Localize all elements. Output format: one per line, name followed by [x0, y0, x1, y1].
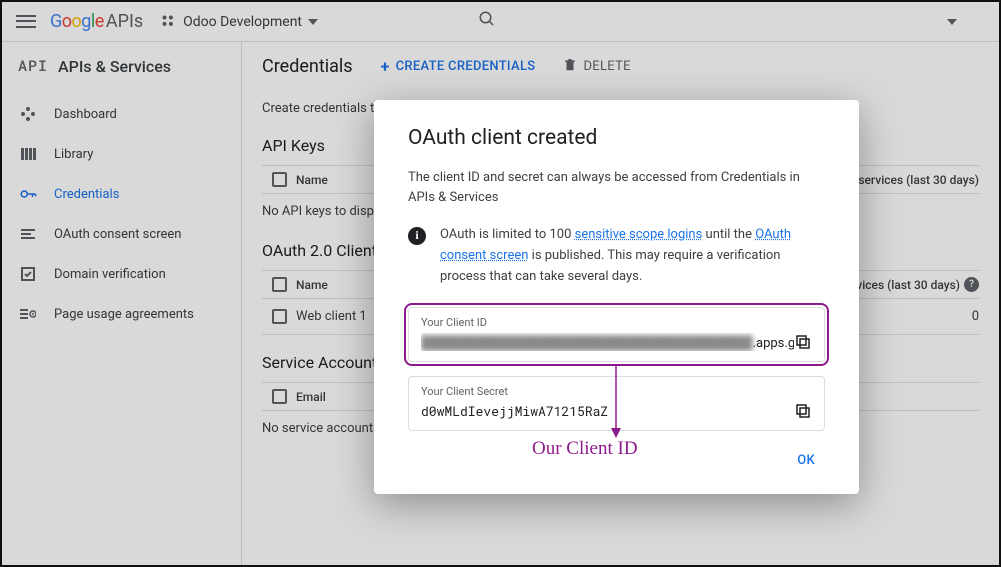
- api-mono-label: API: [18, 56, 48, 76]
- dialog-notice: i OAuth is limited to 100 sensitive scop…: [408, 225, 825, 287]
- sidebar-item-dashboard[interactable]: Dashboard: [2, 94, 241, 134]
- client-secret-value[interactable]: d0wMLdIevejjMiwA71215RaZ: [421, 402, 794, 420]
- copy-client-secret-icon[interactable]: [794, 402, 812, 420]
- consent-icon: [18, 224, 38, 244]
- sidebar-item-label: Dashboard: [54, 107, 117, 122]
- checkbox[interactable]: [272, 172, 287, 187]
- sidebar-header: API APIs & Services: [2, 56, 241, 94]
- hamburger-menu-icon[interactable]: [14, 10, 38, 34]
- sidebar: API APIs & Services Dashboard Library Cr…: [2, 42, 242, 565]
- sidebar-item-label: Page usage agreements: [54, 307, 194, 322]
- verify-icon: [18, 264, 38, 284]
- project-picker[interactable]: Odoo Development: [161, 14, 318, 30]
- create-label: CREATE CREDENTIALS: [396, 59, 536, 74]
- sidebar-item-label: Credentials: [54, 187, 119, 202]
- checkbox[interactable]: [272, 277, 287, 292]
- sidebar-item-label: Library: [54, 147, 93, 162]
- sidebar-item-library[interactable]: Library: [2, 134, 241, 174]
- info-icon: i: [408, 227, 426, 245]
- sidebar-item-page-usage[interactable]: Page usage agreements: [2, 294, 241, 334]
- checkbox[interactable]: [272, 309, 287, 324]
- sidebar-item-oauth-consent[interactable]: OAuth consent screen: [2, 214, 241, 254]
- sidebar-title: APIs & Services: [58, 57, 171, 76]
- delete-label: DELETE: [583, 59, 630, 74]
- checkbox[interactable]: [272, 389, 287, 404]
- search-icon[interactable]: [478, 10, 496, 33]
- sidebar-item-domain-verification[interactable]: Domain verification: [2, 254, 241, 294]
- client-id-field: Your Client ID █████████████████████████…: [408, 307, 825, 362]
- annotation-text: Our Client ID: [532, 438, 638, 460]
- delete-button[interactable]: DELETE: [563, 58, 630, 76]
- row-name: Web client 1: [296, 309, 367, 324]
- ok-button[interactable]: OK: [787, 445, 825, 476]
- key-icon: [18, 184, 38, 204]
- dialog-title: OAuth client created: [408, 126, 825, 150]
- annotation-arrow: [610, 366, 630, 448]
- client-id-label: Your Client ID: [421, 316, 812, 329]
- google-logo: Google: [50, 11, 104, 32]
- library-icon: [18, 144, 38, 164]
- sidebar-item-label: Domain verification: [54, 267, 166, 282]
- trash-icon: [563, 58, 577, 76]
- create-credentials-button[interactable]: + CREATE CREDENTIALS: [381, 57, 536, 76]
- dashboard-icon: [18, 104, 38, 124]
- project-dots-icon: [161, 14, 177, 30]
- page-title: Credentials: [262, 56, 353, 77]
- caret-down-icon: [308, 19, 318, 25]
- copy-client-id-icon[interactable]: [794, 333, 812, 351]
- top-bar: Google APIs Odoo Development: [2, 2, 999, 42]
- sidebar-item-credentials[interactable]: Credentials: [2, 174, 241, 214]
- row-usage: 0: [972, 309, 979, 324]
- overflow-caret-icon[interactable]: [947, 19, 957, 25]
- help-icon[interactable]: ?: [964, 277, 979, 292]
- sensitive-scope-link[interactable]: sensitive scope logins: [575, 227, 703, 242]
- plus-icon: +: [381, 57, 390, 76]
- project-name: Odoo Development: [183, 14, 302, 30]
- dialog-lead: The client ID and secret can always be a…: [408, 168, 825, 207]
- logo-suffix: APIs: [106, 11, 143, 32]
- agreements-icon: [18, 304, 38, 324]
- client-id-value[interactable]: ████████████████████████████████████.app…: [421, 333, 794, 351]
- sidebar-item-label: OAuth consent screen: [54, 227, 181, 242]
